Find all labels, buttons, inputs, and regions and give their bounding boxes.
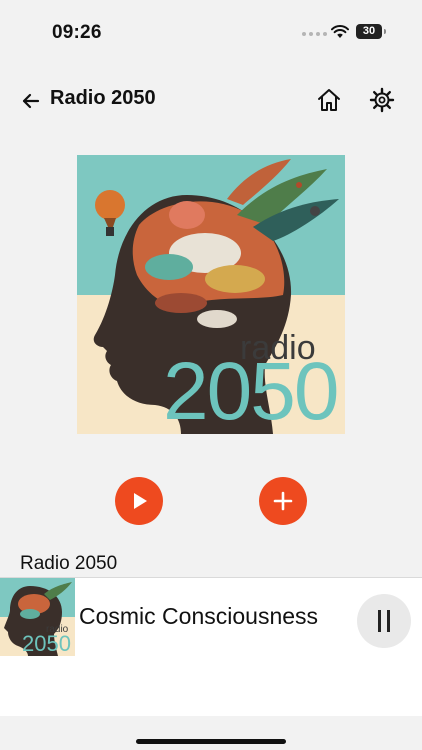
album-art-year: 2050 xyxy=(163,346,339,434)
battery-level: 30 xyxy=(362,25,376,37)
status-time: 09:26 xyxy=(52,22,102,43)
now-playing-title: Cosmic Consciousness xyxy=(79,603,319,629)
album-art: radio 2050 xyxy=(77,155,345,434)
pause-icon xyxy=(378,610,381,632)
wifi-icon xyxy=(331,25,349,38)
play-button[interactable] xyxy=(115,477,163,525)
plus-icon xyxy=(273,491,293,511)
mini-player-artwork: radio 2050 xyxy=(0,578,75,656)
pause-button[interactable] xyxy=(357,594,411,648)
add-favorite-button[interactable] xyxy=(259,477,307,525)
mini-player[interactable]: radio 2050 Cosmic Consciousness xyxy=(0,577,422,716)
pause-icon-bar xyxy=(387,610,390,632)
battery-icon: 30 xyxy=(356,24,382,39)
station-name: Radio 2050 xyxy=(20,553,118,574)
mini-art-year: 2050 xyxy=(22,631,71,656)
home-indicator xyxy=(136,739,286,744)
gear-icon[interactable] xyxy=(367,85,397,115)
home-icon[interactable] xyxy=(314,85,344,115)
battery-tip xyxy=(384,29,386,34)
header: Radio 2050 xyxy=(0,75,422,127)
page-title: Radio 2050 xyxy=(50,87,156,109)
back-arrow-icon[interactable] xyxy=(18,88,44,114)
play-icon xyxy=(134,493,147,509)
status-bar: 09:26 30 xyxy=(0,0,422,60)
signal-dots-icon xyxy=(302,32,327,36)
